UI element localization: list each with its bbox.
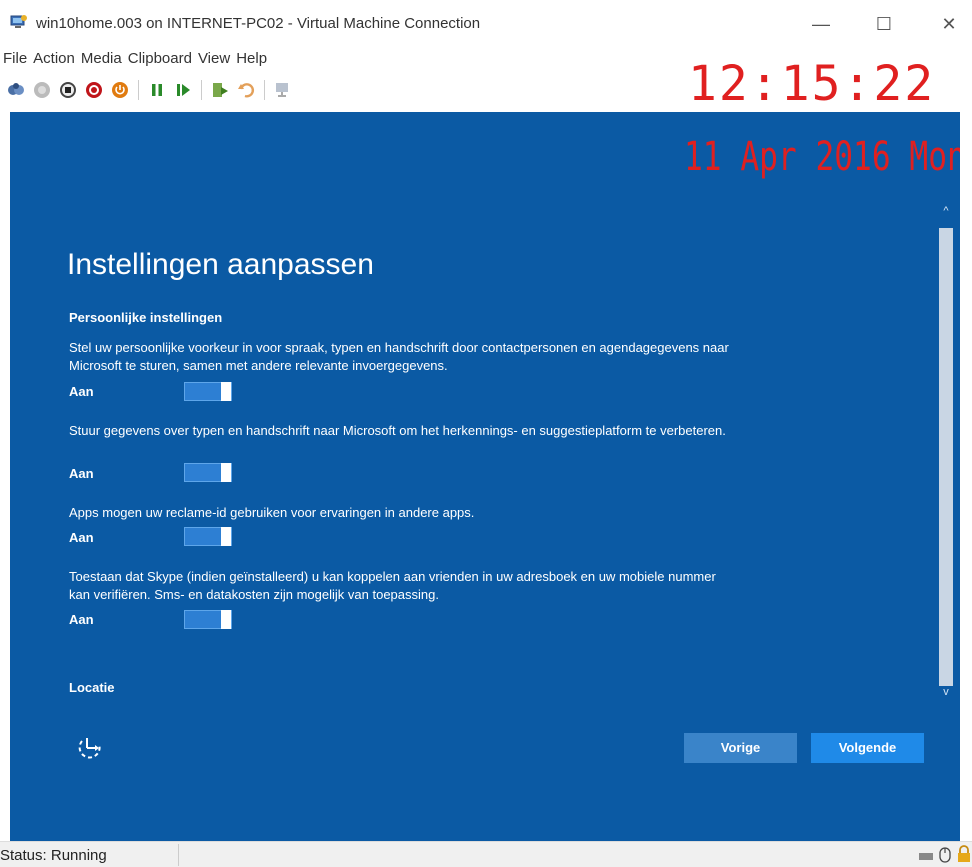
menu-view[interactable]: View: [195, 48, 233, 70]
toolbar-separator: [138, 80, 139, 100]
toggle-switch[interactable]: [184, 610, 232, 629]
minimize-button[interactable]: —: [806, 12, 836, 36]
setting-description: Toestaan dat Skype (indien geïnstalleerd…: [69, 569, 716, 602]
keyboard-icon: [919, 853, 933, 860]
toolbar-separator: [264, 80, 265, 100]
menu-help[interactable]: Help: [233, 48, 270, 70]
setting-description: Stel uw persoonlijke voorkeur in voor sp…: [69, 340, 729, 373]
clock-time: 12:15:22: [688, 56, 936, 112]
setting-description: Apps mogen uw reclame-id gebruiken voor …: [69, 505, 475, 520]
revert-icon[interactable]: [236, 80, 256, 100]
back-button[interactable]: Vorige: [684, 733, 797, 763]
vm-screen[interactable]: 11 Apr 2016 Mon Instellingen aanpassen P…: [10, 112, 960, 841]
toolbar: [6, 77, 293, 103]
section-title-location: Locatie: [69, 680, 115, 695]
lock-icon: [958, 845, 970, 862]
virtual-machine-icon: [10, 15, 27, 28]
menu-file[interactable]: File: [0, 48, 30, 70]
turn-off-icon[interactable]: [58, 80, 78, 100]
status-text: Status: Running: [0, 847, 107, 864]
power-icon[interactable]: [110, 80, 130, 100]
scroll-down-icon[interactable]: v: [939, 685, 953, 699]
toggle-knob: [221, 610, 231, 629]
toggle-knob: [221, 527, 231, 546]
mouse-icon: [939, 847, 951, 863]
pause-icon[interactable]: [147, 80, 167, 100]
maximize-button[interactable]: ☐: [869, 12, 899, 36]
toggle-switch[interactable]: [184, 527, 232, 546]
resume-icon[interactable]: [173, 80, 193, 100]
setting-description: Stuur gegevens over typen en handschrift…: [69, 423, 726, 438]
scrollbar-thumb[interactable]: [939, 228, 953, 686]
window-titlebar: win10home.003 on INTERNET-PC02 - Virtual…: [0, 0, 972, 46]
menu-bar: File Action Media Clipboard View Help: [0, 48, 270, 70]
ease-of-access-icon[interactable]: [73, 732, 105, 764]
toggle-knob: [221, 463, 231, 482]
enhanced-session-icon[interactable]: [273, 80, 293, 100]
toggle-label: Aan: [69, 384, 94, 399]
menu-clipboard[interactable]: Clipboard: [125, 48, 195, 70]
status-separator: [178, 844, 179, 866]
menu-action[interactable]: Action: [30, 48, 78, 70]
section-title-personal: Persoonlijke instellingen: [69, 310, 223, 325]
toggle-label: Aan: [69, 466, 94, 481]
status-bar: Status: Running: [0, 841, 972, 867]
shut-down-icon[interactable]: [84, 80, 104, 100]
close-button[interactable]: ✕: [934, 12, 964, 36]
toggle-label: Aan: [69, 530, 94, 545]
toggle-switch[interactable]: [184, 382, 232, 401]
toolbar-separator: [201, 80, 202, 100]
menu-media[interactable]: Media: [78, 48, 125, 70]
status-icons: [918, 845, 972, 863]
next-button[interactable]: Volgende: [811, 733, 924, 763]
ctrl-alt-del-icon[interactable]: [6, 80, 26, 100]
window-title: win10home.003 on INTERNET-PC02 - Virtual…: [36, 15, 481, 32]
toggle-label: Aan: [69, 612, 94, 627]
toggle-switch[interactable]: [184, 463, 232, 482]
scroll-up-icon[interactable]: ^: [939, 204, 953, 218]
page-title: Instellingen aanpassen: [67, 248, 374, 281]
checkpoint-icon[interactable]: [210, 80, 230, 100]
clock-date: 11 Apr 2016 Mon: [684, 134, 960, 180]
start-icon[interactable]: [32, 80, 52, 100]
toggle-knob: [221, 382, 231, 401]
